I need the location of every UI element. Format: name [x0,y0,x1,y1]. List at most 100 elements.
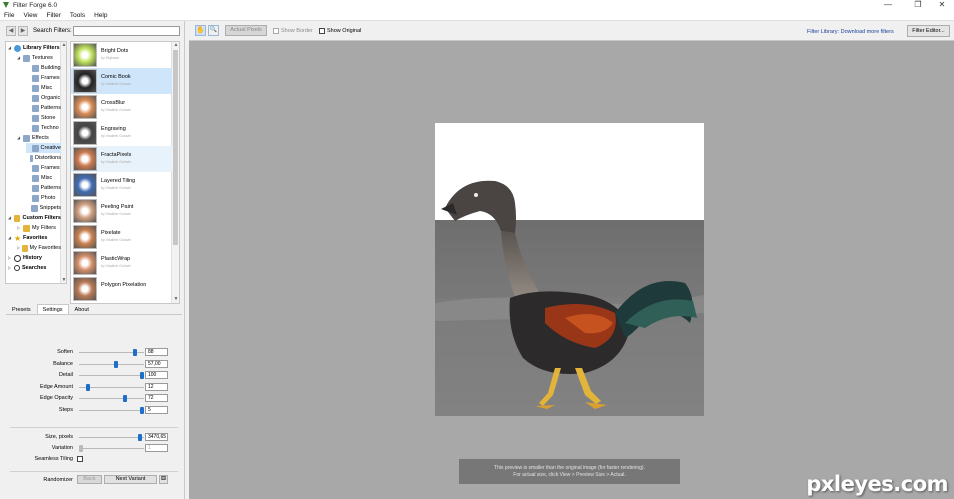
close-button[interactable]: ✕ [930,0,954,10]
collapse-icon[interactable]: ◢ [17,133,22,143]
tree-item[interactable]: ▷ My Favorites [17,243,61,253]
edge-amount-slider-thumb[interactable] [86,383,91,391]
steps-slider[interactable] [79,409,144,411]
tree-item[interactable]: Building [26,63,61,73]
variation-slider-thumb[interactable] [79,445,83,452]
tree-item[interactable]: Photo [26,193,61,203]
edge-opacity-slider-thumb[interactable] [122,395,127,402]
show-border-label: Show Border [281,28,313,34]
show-border-checkbox[interactable]: Show Border [273,28,313,34]
checkbox-icon[interactable] [319,28,325,34]
filter-list-scrollbar[interactable]: ▲ ▼ [171,42,179,303]
menu-view[interactable]: View [19,12,42,19]
steps-value-field[interactable]: 5 [145,405,168,414]
filter-item[interactable]: Comic Book by Vladimir Golovin [71,68,172,94]
show-original-checkbox[interactable]: Show Original [319,28,361,34]
minimize-button[interactable]: — [876,0,900,10]
scroll-up-icon[interactable]: ▲ [61,42,66,48]
back-arrow-icon[interactable]: ◀ [6,26,16,36]
filter-list[interactable]: ▲ ▼ Bright Dots by Skybase Comic Book by Vl… [70,41,180,304]
detail-value-field[interactable]: 100 [145,371,168,379]
actual-pixels-button[interactable]: Actual Pixels [225,25,267,36]
tree-item[interactable]: ◢ Textures [17,53,61,63]
balance-slider-thumb[interactable] [113,360,118,368]
tree-item[interactable]: ▷ History [8,253,61,263]
scroll-down-icon[interactable]: ▼ [172,296,179,303]
dice-icon[interactable]: ⚄ [159,475,168,484]
collapse-icon[interactable]: ◢ [17,53,22,63]
tree-item[interactable]: Organic [26,93,61,103]
zoom-tool-icon[interactable]: 🔍 [208,25,219,36]
filter-item[interactable]: FractaPixels by Vladimir Golovin [71,146,172,172]
detail-slider[interactable] [79,375,144,376]
balance-value-field[interactable]: 57,00 [145,359,168,368]
size-slider-thumb[interactable] [138,434,143,441]
scroll-down-icon[interactable]: ▼ [61,277,66,283]
menu-help[interactable]: Help [90,12,112,19]
balance-slider[interactable] [79,363,144,365]
edge-amount-value-field[interactable]: 12 [145,382,168,391]
filter-item[interactable]: Layered Tiling by Vladimir Golovin [71,172,172,198]
collapse-icon[interactable]: ◢ [8,213,13,223]
library-download-link[interactable]: Filter Library: Download more filters [807,29,894,35]
filter-item[interactable]: Bright Dots by Skybase [71,42,172,68]
menu-filter[interactable]: Filter [42,12,65,19]
filter-item[interactable]: Peeling Paint by Vladimir Golovin [71,198,172,224]
tree-item[interactable]: ▷ Searches [8,263,61,273]
tree-item[interactable]: Misc [26,83,61,93]
tree-item[interactable]: Snippets [26,203,61,213]
expand-icon[interactable]: ▷ [17,243,21,253]
randomizer-back-button[interactable]: Back [77,475,102,484]
hand-tool-icon[interactable]: ✋ [195,25,206,36]
tree-item[interactable]: Misc [26,173,61,183]
search-input[interactable] [73,26,180,36]
soften-slider-thumb[interactable] [132,349,137,356]
forward-arrow-icon[interactable]: ▶ [18,26,28,36]
edge-opacity-value-field[interactable]: 72 [145,394,168,402]
checkbox-icon[interactable] [273,28,279,34]
tree-item[interactable]: ▷ My Filters [17,223,61,233]
category-tree[interactable]: ▲ ▼ ◢ Library Filters ◢ Textures Building Fra… [5,41,67,284]
tree-item[interactable]: Frames [26,73,61,83]
expand-icon[interactable]: ▷ [8,263,13,273]
seamless-tiling-checkbox[interactable] [77,456,83,462]
filter-item[interactable]: CrossBlur by Vladimir Golovin [71,94,172,120]
expand-icon[interactable]: ▷ [8,253,13,263]
scrollbar-thumb[interactable] [173,50,178,245]
edge-opacity-slider[interactable] [79,398,144,399]
tree-item[interactable]: Patterns [26,103,61,113]
tree-item[interactable]: Distortions [26,153,61,163]
filter-item[interactable]: Engraving by Vladimir Golovin [71,120,172,146]
variation-value-field[interactable]: 1 [145,444,168,452]
tree-item[interactable]: ◢ ★ Favorites [8,233,61,243]
maximize-button[interactable]: ❐ [906,0,930,10]
variation-slider[interactable] [79,448,144,449]
tree-item[interactable]: Creative [26,143,61,153]
tree-item[interactable]: ◢ Custom Filters [8,213,61,223]
next-variant-button[interactable]: Next Variant [104,475,157,484]
collapse-icon[interactable]: ◢ [8,233,13,243]
scroll-up-icon[interactable]: ▲ [172,42,179,49]
tree-item[interactable]: ◢ Effects [17,133,61,143]
steps-slider-thumb[interactable] [140,406,144,414]
size-slider[interactable] [79,437,144,438]
tree-item[interactable]: ◢ Library Filters [8,43,61,53]
tree-item[interactable]: Frames [26,163,61,173]
filter-editor-button[interactable]: Filter Editor... [907,25,950,37]
tree-item[interactable]: Patterns [26,183,61,193]
filter-item[interactable]: PlasticWrap by Vladimir Golovin [71,250,172,276]
detail-slider-thumb[interactable] [140,372,144,379]
preview-area[interactable]: This preview is smaller than the origina… [189,41,954,499]
filter-item[interactable]: Polygon Pixelation [71,276,172,302]
tree-item[interactable]: Techno [26,123,61,133]
menu-file[interactable]: File [0,12,19,19]
collapse-icon[interactable]: ◢ [8,43,13,53]
filter-item[interactable]: Pixelate by Vladimir Golovin [71,224,172,250]
soften-value-field[interactable]: 88 [145,348,168,356]
preview-image[interactable] [435,123,704,416]
size-label: Size, pixels [45,434,73,440]
tree-item[interactable]: Stone [26,113,61,123]
expand-icon[interactable]: ▷ [17,223,22,233]
menu-tools[interactable]: Tools [66,12,90,19]
size-value-field[interactable]: 3470,65 [145,433,168,441]
